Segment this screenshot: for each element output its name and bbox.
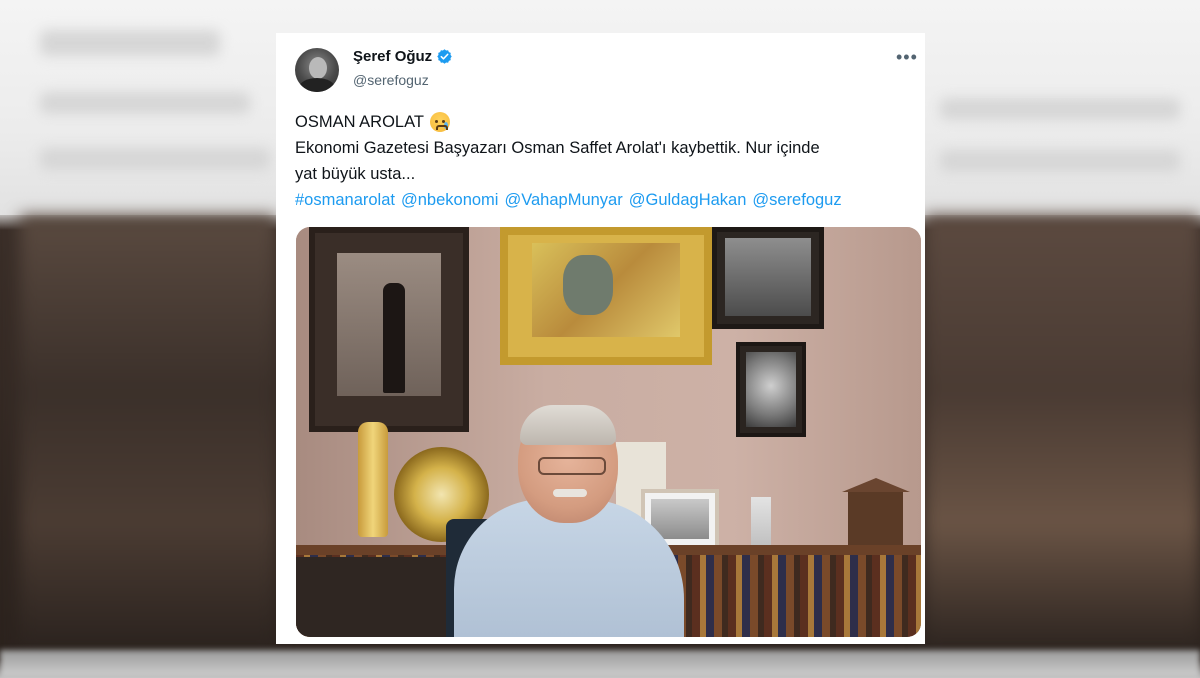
mention-link[interactable]: @nbekonomi [401,187,498,213]
mention-link[interactable]: @serefoguz [752,187,841,213]
photo-frame-portrait [309,227,469,432]
backdrop-blur-block [940,150,1180,172]
verified-badge-icon [437,49,452,64]
author-handle[interactable]: @serefoguz [353,72,429,88]
photo-desk [296,557,466,637]
backdrop-bottom [0,650,1200,678]
author-display-name[interactable]: Şeref Oğuz [353,48,432,65]
backdrop-blur-block [40,148,270,170]
backdrop-right-photo [924,215,1200,655]
hashtag-link[interactable]: #osmanarolat [295,187,395,213]
photo-person-hair [520,405,616,445]
crying-face-emoji-icon [429,112,450,132]
photo-frame-painting [500,227,712,365]
tweet-body-line-2: yat büyük usta... [295,165,416,183]
tweet-text: OSMAN AROLAT Ekonomi Gazetesi Başyazarı … [295,109,915,213]
backdrop-left-photo [20,215,276,655]
mention-link[interactable]: @GuldagHakan [629,187,747,213]
tweet-photo[interactable] [296,227,921,637]
more-options-icon[interactable]: ••• [896,47,918,68]
avatar-shoulders [299,78,335,92]
avatar-face [309,57,327,79]
tweet-hashtags: #osmanarolat @nbekonomi @VahapMunyar @Gu… [295,187,915,213]
author-name-row: Şeref Oğuz [353,48,453,65]
mention-link[interactable]: @VahapMunyar [504,187,622,213]
photo-model-house [842,478,910,552]
photo-statue [358,422,388,537]
tear [443,122,448,129]
photo-frame-bw [712,227,824,329]
tweet-card: Şeref Oğuz @serefoguz ••• OSMAN AROLAT E… [276,33,925,644]
backdrop-blur-block [940,98,1180,120]
tweet-body-line-1: Ekonomi Gazetesi Başyazarı Osman Saffet … [295,139,820,157]
avatar[interactable] [295,48,339,92]
backdrop-blur-block [40,30,220,56]
photo-frame-small-bw [736,342,806,437]
tweet-title-line: OSMAN AROLAT [295,109,915,135]
backdrop-blur-block [40,92,250,114]
photo-person-mustache [553,489,587,497]
photo-person-glasses [538,457,606,475]
tweet-title: OSMAN AROLAT [295,113,424,131]
